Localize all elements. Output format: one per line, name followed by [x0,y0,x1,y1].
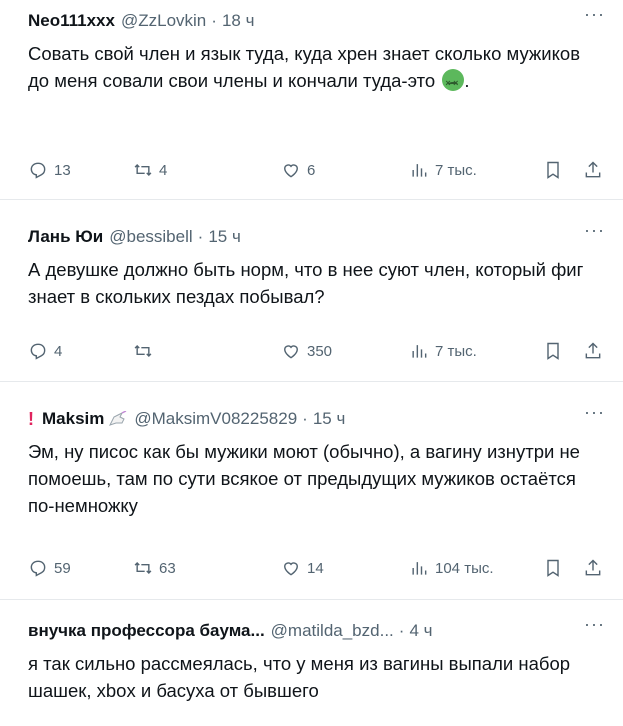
timestamp[interactable]: 4 ч [409,621,432,641]
unicorn-badge-icon [109,411,127,426]
tweet-actions: 13 4 6 7 тыс. [28,158,605,182]
share-button[interactable] [583,341,603,361]
reply-button[interactable]: 4 [28,341,62,361]
like-count: 14 [307,559,324,577]
heart-icon [284,345,298,359]
view-count: 7 тыс. [435,342,477,360]
more-options-icon[interactable]: ··· [584,4,605,25]
like-button[interactable]: 6 [281,160,315,180]
timestamp[interactable]: 15 ч [313,409,346,429]
views-button[interactable]: 7 тыс. [409,160,477,180]
timestamp[interactable]: 18 ч [222,11,255,31]
author-handle[interactable]: @ZzLovkin [121,11,206,31]
like-button[interactable]: 14 [281,558,324,578]
retweet-icon [134,163,152,177]
like-count: 350 [307,342,333,360]
tweet-actions: 4 350 7 тыс. [28,339,605,363]
author-name[interactable]: внучка профессора баума... [28,621,265,641]
reply-icon [30,560,46,577]
heart-icon [284,164,298,178]
views-button[interactable]: 7 тыс. [409,341,477,361]
tweet-text: Совать свой член и язык туда, куда хрен … [28,40,605,97]
share-icon [585,559,601,576]
more-options-icon[interactable]: ··· [584,402,605,423]
tweet-header: Лань Юи @bessibell · 15 ч ··· [28,200,605,252]
views-button[interactable]: 104 тыс. [409,558,494,578]
views-icon [412,164,427,177]
separator-dot: · [302,409,308,428]
share-icon [585,342,601,359]
tweet-header: внучка профессора баума... @matilda_bzd.… [28,600,605,646]
reply-icon [30,162,46,179]
author-name[interactable]: Maksim [42,409,104,429]
tweet-text: я так сильно рассмеялась, что у меня из … [28,653,571,701]
views-icon [412,345,427,358]
more-options-icon[interactable]: ··· [584,220,605,241]
tweet[interactable]: внучка профессора баума... @matilda_bzd.… [0,600,623,726]
reply-button[interactable]: 13 [28,160,71,180]
tweet-header: Neo111xxx @ZzLovkin · 18 ч ··· [28,0,605,36]
like-button[interactable]: 350 [281,341,332,361]
author-handle[interactable]: @bessibell [109,227,192,247]
separator-dot: · [211,11,217,30]
reply-count: 4 [54,342,63,360]
tweet-header: ! Maksim @MaksimV08225829 · 15 ч ··· [28,382,605,434]
tweet-feed: Neo111xxx @ZzLovkin · 18 ч ··· Совать св… [0,0,623,726]
retweet-button[interactable]: 63 [133,558,176,578]
retweet-count: 63 [159,559,176,577]
nauseated-face-emoji [442,69,465,97]
share-button[interactable] [583,558,603,578]
retweet-icon [134,344,152,358]
bookmark-button[interactable] [543,341,563,361]
like-count: 6 [307,161,316,179]
view-count: 104 тыс. [435,559,494,577]
reply-icon [30,343,46,360]
share-icon [585,161,601,178]
retweet-count: 4 [159,161,168,179]
author-handle[interactable]: @MaksimV08225829 [134,409,297,429]
separator-dot: · [197,227,204,246]
tweet-text-end: . [464,70,470,91]
reply-count: 13 [54,161,71,179]
bookmark-icon [547,161,559,179]
views-icon [412,562,427,575]
retweet-icon [134,561,152,575]
author-handle[interactable]: @matilda_bzd... [271,621,394,641]
heart-icon [284,562,298,576]
share-button[interactable] [583,160,603,180]
author-name[interactable]: Neo111xxx [28,11,115,31]
reply-count: 59 [54,559,71,577]
retweet-button[interactable]: 4 [133,160,167,180]
timestamp[interactable]: 15 ч [208,227,241,247]
warning-mark: ! [28,408,34,429]
tweet-text: А девушке должно быть норм, что в нее су… [28,259,584,307]
view-count: 7 тыс. [435,161,477,179]
tweet-text: Эм, ну писос как бы мужики моют (обычно)… [28,441,580,516]
bookmark-button[interactable] [543,160,563,180]
bookmark-icon [547,559,559,577]
reply-button[interactable]: 59 [28,558,71,578]
author-name[interactable]: Лань Юи [28,227,103,247]
bookmark-icon [547,342,559,360]
separator-dot: · [398,621,405,640]
tweet-actions: 59 63 14 104 тыс. [28,556,605,580]
bookmark-button[interactable] [543,558,563,578]
more-options-icon[interactable]: ··· [584,614,605,635]
tweet-text-content: Совать свой член и язык туда, куда хрен … [28,43,581,91]
retweet-button[interactable] [133,341,159,361]
